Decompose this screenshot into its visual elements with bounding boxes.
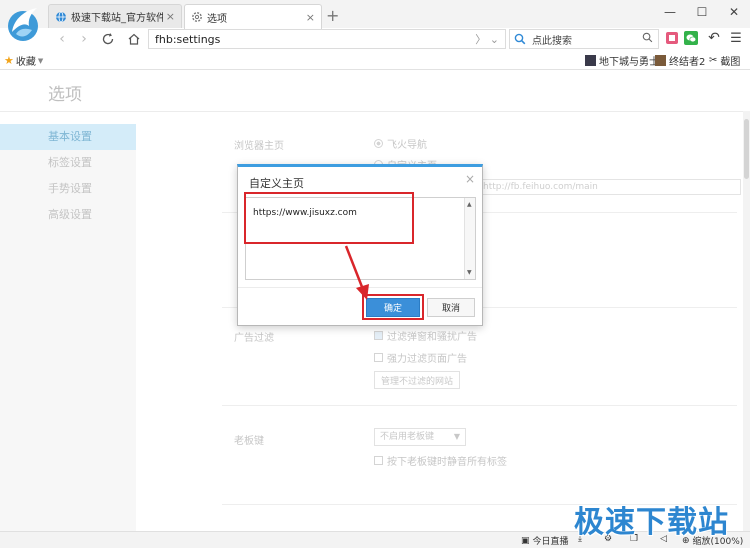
homepage-url-field[interactable]: http://fb.feihuo.com/main bbox=[476, 179, 741, 195]
sidebar-item-advanced[interactable]: 高级设置 bbox=[0, 202, 136, 228]
checkbox-icon bbox=[374, 353, 383, 362]
ad-filter-label: 广告过滤 bbox=[234, 333, 274, 344]
title-bar: 极速下载站_官方软件下载_ji × 选项 × + — ☐ ✕ bbox=[0, 0, 750, 41]
favorites-button[interactable]: ★ 收藏 ▼ bbox=[4, 53, 43, 68]
ad-filter-option-popups[interactable]: 过滤弹窗和骚扰广告 bbox=[374, 328, 477, 343]
reader-icon[interactable] bbox=[664, 30, 680, 46]
option-label: 飞火导航 bbox=[387, 140, 427, 151]
boss-key-mute-option[interactable]: 按下老板键时静音所有标签 bbox=[374, 453, 507, 468]
refresh-icon[interactable] bbox=[98, 29, 118, 49]
bookmark-label: 截图 bbox=[720, 57, 741, 68]
dialog-title: 自定义主页 bbox=[249, 177, 304, 190]
search-icon[interactable] bbox=[642, 32, 653, 43]
chevron-down-icon: ▼ bbox=[37, 56, 44, 65]
home-icon[interactable] bbox=[124, 29, 144, 49]
divider bbox=[222, 405, 737, 406]
tab-title: 选项 bbox=[207, 13, 227, 25]
menu-icon[interactable]: ☰ bbox=[728, 30, 744, 46]
cancel-button[interactable]: 取消 bbox=[427, 298, 475, 317]
boss-key-select[interactable]: 不启用老板键 ▼ bbox=[374, 428, 466, 446]
navigation-bar: ‹ › fhb:settings 〉 ⌄ 点此搜索 ↶ ☰ bbox=[0, 28, 750, 50]
address-text: fhb:settings bbox=[155, 32, 221, 46]
close-icon[interactable]: × bbox=[465, 172, 475, 186]
textarea-scrollbar[interactable]: ▲ ▼ bbox=[464, 198, 475, 279]
option-label: 过滤弹窗和骚扰广告 bbox=[387, 332, 477, 343]
sidebar-item-basic[interactable]: 基本设置 bbox=[0, 124, 136, 150]
search-placeholder: 点此搜索 bbox=[532, 35, 572, 47]
chevron-down-icon: ▼ bbox=[453, 432, 460, 441]
today-live-button[interactable]: ▣ 今日直播 bbox=[521, 534, 569, 548]
ad-filter-option-strong[interactable]: 强力过滤页面广告 bbox=[374, 350, 467, 365]
search-engine-icon[interactable] bbox=[514, 33, 526, 45]
maximize-icon[interactable]: ☐ bbox=[686, 0, 718, 24]
address-dropdown-icon[interactable]: 〉 ⌄ bbox=[475, 31, 499, 47]
window-controls: — ☐ ✕ bbox=[654, 0, 750, 24]
play-icon: ▣ bbox=[521, 535, 530, 546]
favorites-label: 收藏 bbox=[15, 57, 36, 68]
tab-close-icon[interactable]: × bbox=[306, 11, 315, 24]
boss-key-label: 老板键 bbox=[234, 436, 264, 447]
page-title: 选项 bbox=[48, 85, 82, 105]
globe-icon bbox=[56, 11, 66, 22]
tab-jisuxz[interactable]: 极速下载站_官方软件下载_ji × bbox=[48, 4, 182, 28]
bookmark-item[interactable]: ✂ 截图 bbox=[709, 53, 740, 68]
bookmark-label: 地下城与勇士 bbox=[599, 57, 659, 68]
divider bbox=[0, 111, 743, 112]
bookmark-item[interactable]: 地下城与勇士 bbox=[585, 53, 659, 68]
settings-sidebar: 基本设置 标签设置 手势设置 高级设置 bbox=[0, 124, 136, 531]
undo-icon[interactable]: ↶ bbox=[706, 30, 722, 46]
forward-icon[interactable]: › bbox=[74, 29, 94, 49]
bookmarks-bar: ★ 收藏 ▼ 地下城与勇士 终结者2 ✂ 截图 bbox=[0, 50, 750, 70]
select-value: 不启用老板键 bbox=[380, 432, 435, 442]
watermark: 极速下载站 bbox=[574, 505, 729, 540]
bookmark-label: 终结者2 bbox=[669, 57, 706, 68]
sidebar-item-tabs[interactable]: 标签设置 bbox=[0, 150, 136, 176]
option-label: 强力过滤页面广告 bbox=[387, 354, 467, 365]
game-icon bbox=[655, 55, 666, 66]
scroll-down-icon[interactable]: ▼ bbox=[467, 269, 472, 276]
tab-title: 极速下载站_官方软件下载_ji bbox=[71, 13, 163, 24]
close-window-icon[interactable]: ✕ bbox=[718, 0, 750, 24]
game-icon bbox=[585, 55, 596, 66]
star-icon: ★ bbox=[4, 54, 14, 67]
bookmark-item[interactable]: 终结者2 bbox=[655, 53, 705, 68]
annotation-arrow-icon bbox=[344, 245, 369, 300]
radio-icon bbox=[374, 139, 383, 148]
manage-whitelist-button[interactable]: 管理不过滤的网站 bbox=[374, 371, 460, 389]
tab-close-icon[interactable]: × bbox=[166, 10, 175, 23]
gear-icon bbox=[192, 12, 202, 22]
search-input[interactable]: 点此搜索 bbox=[509, 29, 659, 49]
highlight-box-textarea bbox=[244, 192, 414, 244]
scrollbar-thumb[interactable] bbox=[744, 119, 749, 179]
checkbox-icon bbox=[374, 331, 383, 340]
wechat-icon[interactable] bbox=[683, 30, 699, 46]
browser-logo-icon bbox=[8, 8, 38, 41]
homepage-option-feihuo[interactable]: 飞火导航 bbox=[374, 136, 427, 151]
homepage-label: 浏览器主页 bbox=[234, 141, 284, 152]
checkbox-icon bbox=[374, 456, 383, 465]
minimize-icon[interactable]: — bbox=[654, 0, 686, 24]
new-tab-button[interactable]: + bbox=[326, 6, 339, 25]
scroll-up-icon[interactable]: ▲ bbox=[467, 201, 472, 208]
scissors-icon: ✂ bbox=[709, 55, 718, 66]
option-label: 按下老板键时静音所有标签 bbox=[387, 457, 507, 468]
back-icon[interactable]: ‹ bbox=[52, 29, 72, 49]
address-bar[interactable]: fhb:settings 〉 ⌄ bbox=[148, 29, 506, 49]
today-live-label: 今日直播 bbox=[532, 537, 569, 547]
tab-settings[interactable]: 选项 × bbox=[184, 4, 322, 29]
sidebar-item-gestures[interactable]: 手势设置 bbox=[0, 176, 136, 202]
